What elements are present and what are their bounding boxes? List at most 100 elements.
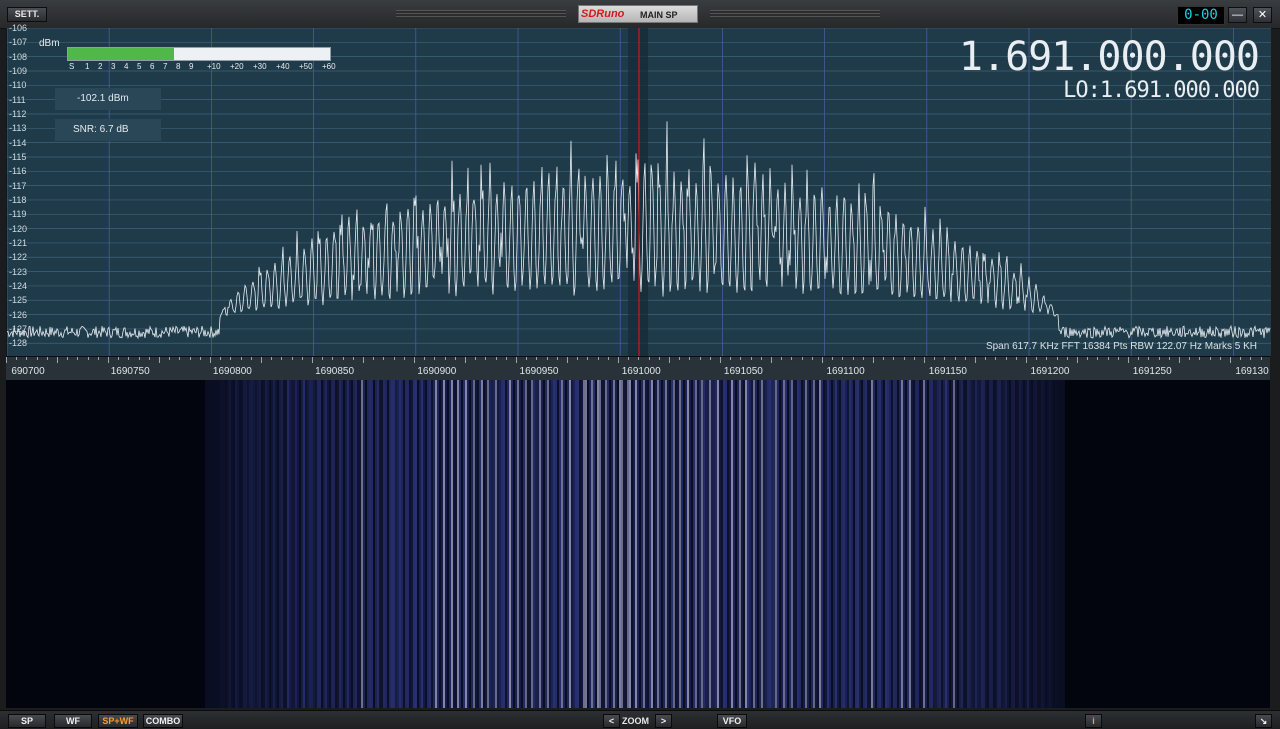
spectrum-display[interactable]: dBm S 1 2 3 4 5 6 7 8 9 +10 +20 +30 +40 +50 +60 -102.1 … <box>6 28 1271 356</box>
x-tick-mark <box>1128 357 1129 363</box>
x-tick-mark <box>475 357 477 360</box>
zoom-in-button[interactable]: > <box>655 714 672 728</box>
x-tick-mark <box>1260 357 1262 360</box>
minimize-button[interactable]: — <box>1228 7 1247 23</box>
s-meter-tick: +30 <box>253 62 267 71</box>
s-meter-tick: 5 <box>137 62 142 71</box>
y-tick-label: -118 <box>9 194 27 205</box>
x-tick-mark <box>1066 357 1068 360</box>
x-tick-mark <box>485 357 487 360</box>
x-tick-mark <box>975 357 976 363</box>
window-title: SDRuno MAIN SP <box>578 5 698 23</box>
y-tick-label: -123 <box>9 266 28 277</box>
y-tick-label: -125 <box>9 295 28 306</box>
y-tick-label: -120 <box>9 223 28 234</box>
title-grip-left <box>396 10 566 19</box>
y-tick-label: -108 <box>9 51 28 62</box>
x-tick-mark <box>771 357 772 363</box>
x-tick-mark <box>1138 357 1140 360</box>
x-tick-mark <box>342 357 344 360</box>
x-tick-mark <box>138 357 140 360</box>
s-meter-tick: 6 <box>150 62 155 71</box>
y-tick-label: -117 <box>9 180 27 191</box>
x-tick-mark <box>505 357 507 360</box>
clock-display: 0-00 <box>1177 6 1225 25</box>
x-tick-label: 169130 <box>1235 366 1269 377</box>
x-tick-mark <box>1219 357 1221 360</box>
sp-button[interactable]: SP <box>8 714 46 728</box>
x-tick-mark <box>811 357 813 360</box>
spectrum-info: Span 617.7 KHz FFT 16384 Pts RBW 122.07 … <box>985 341 1257 352</box>
y-tick-label: -115 <box>9 151 27 162</box>
filter-band <box>628 28 648 356</box>
x-tick-label: 1690950 <box>519 366 559 377</box>
combo-button[interactable]: COMBO <box>143 714 183 728</box>
x-tick-mark <box>312 357 313 363</box>
x-tick-mark <box>1240 357 1242 360</box>
x-tick-mark <box>352 357 354 360</box>
x-tick-mark <box>118 357 120 360</box>
x-tick-mark <box>587 357 589 360</box>
x-tick-mark <box>760 357 762 360</box>
x-tick-mark <box>108 357 109 363</box>
vfo-button[interactable]: VFO <box>717 714 747 728</box>
s-meter-tick: 1 <box>85 62 90 71</box>
x-tick-mark <box>1199 357 1201 360</box>
x-tick-label: 1691250 <box>1132 366 1172 377</box>
x-tick-mark <box>679 357 681 360</box>
x-tick-mark <box>567 357 568 363</box>
resize-icon[interactable]: ↘ <box>1255 714 1272 728</box>
window-mode-label: MAIN SP <box>640 10 678 20</box>
y-tick-label: -107 <box>9 37 28 48</box>
x-tick-mark <box>781 357 783 360</box>
y-tick-label: -124 <box>9 280 28 291</box>
x-tick-mark <box>689 357 691 360</box>
x-tick-mark <box>465 357 466 363</box>
x-tick-mark <box>210 357 211 363</box>
x-tick-mark <box>577 357 579 360</box>
x-tick-mark <box>842 357 844 360</box>
waterfall-display[interactable] <box>6 380 1270 708</box>
x-tick-mark <box>964 357 966 360</box>
x-tick-mark <box>720 357 721 363</box>
close-button[interactable]: ✕ <box>1253 7 1272 23</box>
lo-frequency-display[interactable]: LO:1.691.000.000 <box>1063 78 1260 103</box>
x-tick-mark <box>801 357 803 360</box>
x-tick-mark <box>128 357 130 360</box>
x-tick-mark <box>36 357 38 360</box>
snr-readout: SNR: 6.7 dB <box>55 119 161 141</box>
settings-button[interactable]: SETT. <box>7 7 47 22</box>
x-tick-mark <box>893 357 895 360</box>
x-tick-mark <box>1230 357 1231 363</box>
x-tick-mark <box>179 357 181 360</box>
x-tick-mark <box>924 357 925 363</box>
s-meter-tick: +40 <box>276 62 290 71</box>
bottom-toolbar: SP WF SP+WF COMBO < ZOOM > VFO i ↘ <box>0 710 1280 729</box>
info-button[interactable]: i <box>1085 714 1102 728</box>
zoom-out-button[interactable]: < <box>603 714 620 728</box>
wf-button[interactable]: WF <box>54 714 92 728</box>
x-tick-mark <box>740 357 742 360</box>
s-meter-tick: +60 <box>322 62 336 71</box>
frequency-axis[interactable]: 690700 1690750 1690800 1690850 1690900 169095… <box>6 356 1270 382</box>
s-meter-tick: 8 <box>176 62 181 71</box>
x-tick-mark <box>1250 357 1252 360</box>
x-tick-mark <box>414 357 415 363</box>
x-tick-mark <box>883 357 885 360</box>
x-tick-mark <box>526 357 528 360</box>
y-tick-label: -106 <box>9 23 28 33</box>
y-tick-label: -128 <box>9 338 28 349</box>
y-tick-label: -111 <box>9 94 26 105</box>
x-tick-mark <box>658 357 660 360</box>
x-tick-mark <box>1056 357 1058 360</box>
x-tick-mark <box>934 357 936 360</box>
frequency-display[interactable]: 1.691.000.000 <box>959 34 1260 80</box>
x-tick-mark <box>189 357 191 360</box>
s-meter <box>67 47 331 61</box>
x-tick-mark <box>301 357 303 360</box>
x-tick-mark <box>1005 357 1007 360</box>
x-tick-label: 1691050 <box>723 366 763 377</box>
title-bar: SETT. SDRuno MAIN SP 0-00 — ✕ <box>0 0 1280 29</box>
x-tick-mark <box>1179 357 1180 363</box>
sp-wf-button[interactable]: SP+WF <box>98 714 138 728</box>
